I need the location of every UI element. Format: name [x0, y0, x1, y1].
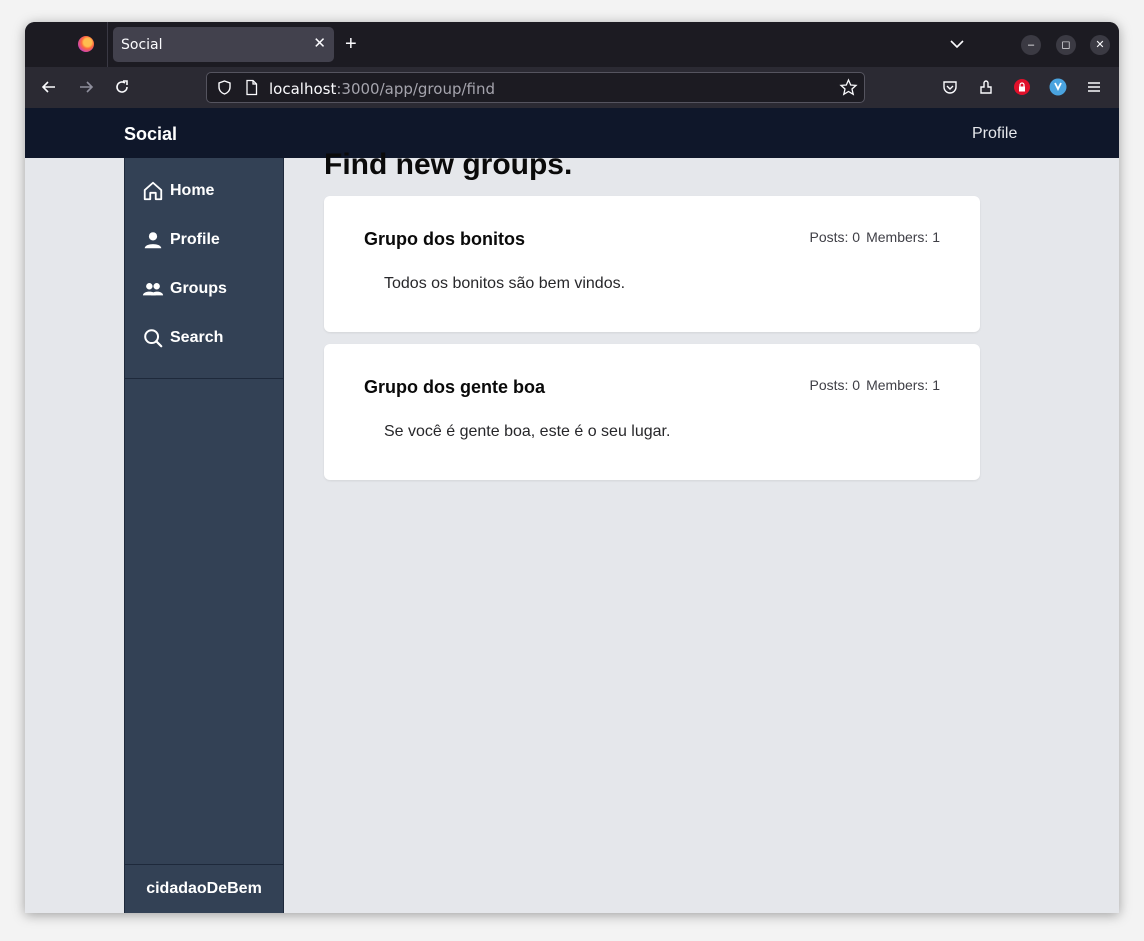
user-icon [144, 232, 162, 249]
tab-separator [107, 22, 108, 67]
group-name[interactable]: Grupo dos gente boa [364, 377, 545, 398]
tab-title: Social [121, 37, 163, 53]
url-text[interactable]: localhost:3000/app/group/find [269, 80, 495, 98]
page-icon[interactable] [244, 79, 259, 96]
group-name[interactable]: Grupo dos bonitos [364, 229, 525, 250]
group-card[interactable]: Grupo dos gente boa Posts: 0 Members: 1 S… [324, 344, 980, 480]
bookmark-star-icon[interactable] [839, 78, 858, 97]
firefox-logo-icon [78, 36, 94, 52]
page-title: Find new groups. [324, 148, 573, 181]
tab-strip: Social ✕ + – ◻ ✕ [25, 22, 1119, 67]
close-icon[interactable]: ✕ [313, 35, 326, 53]
new-tab-icon[interactable]: + [345, 33, 357, 55]
brand-logo[interactable]: Social [124, 124, 177, 145]
reload-icon[interactable] [113, 78, 131, 96]
back-arrow-icon[interactable] [40, 78, 58, 96]
sidebar-item-label: Home [170, 182, 215, 199]
sidebar-username[interactable]: cidadaoDeBem [125, 864, 283, 913]
browser-window: Social ✕ + – ◻ ✕ localhost:3000/app/grou… [25, 22, 1119, 913]
url-bar[interactable]: localhost:3000/app/group/find [206, 72, 865, 103]
nav-bar: localhost:3000/app/group/find [25, 67, 1119, 108]
window-close-icon[interactable]: ✕ [1090, 35, 1110, 55]
group-card[interactable]: Grupo dos bonitos Posts: 0 Members: 1 Tod… [324, 196, 980, 332]
browser-tab[interactable]: Social ✕ [113, 27, 334, 62]
posts-count: Posts: 0 [809, 377, 861, 393]
sidebar-item-label: Groups [170, 280, 227, 297]
header-profile-link[interactable]: Profile [972, 125, 1017, 143]
url-path: :3000/app/group/find [336, 80, 496, 98]
sidebar-item-groups[interactable]: Groups [142, 277, 227, 301]
chevron-down-icon[interactable] [949, 36, 965, 52]
shield-icon[interactable] [216, 79, 233, 96]
sidebar-item-search[interactable]: Search [142, 326, 223, 350]
group-description: Se você é gente boa, este é o seu lugar. [384, 423, 671, 440]
sidebar-item-home[interactable]: Home [142, 179, 214, 203]
pocket-icon[interactable] [941, 78, 959, 96]
minimize-icon[interactable]: – [1021, 35, 1041, 55]
members-count: Members: 1 [866, 377, 940, 393]
extensions-icon[interactable] [977, 78, 995, 96]
group-description: Todos os bonitos são bem vindos. [384, 275, 626, 292]
sidebar: Home Profile Groups Search cidadaoDeBem [124, 158, 284, 913]
forward-arrow-icon[interactable] [77, 78, 95, 96]
sidebar-item-label: Profile [170, 231, 220, 248]
vpn-extension-icon[interactable] [1049, 78, 1067, 96]
lock-extension-icon[interactable] [1013, 78, 1031, 96]
search-icon [144, 329, 163, 348]
group-stats: Posts: 0 Members: 1 [803, 229, 940, 245]
sidebar-item-profile[interactable]: Profile [142, 228, 220, 252]
group-stats: Posts: 0 Members: 1 [803, 377, 940, 393]
maximize-icon[interactable]: ◻ [1056, 35, 1076, 55]
sidebar-nav: Home Profile Groups Search [125, 158, 283, 379]
posts-count: Posts: 0 [809, 229, 861, 245]
url-host: localhost [269, 80, 337, 98]
home-icon [143, 181, 163, 201]
users-icon [142, 283, 164, 296]
members-count: Members: 1 [866, 229, 940, 245]
page-content: Social Profile Home Profile Groups Searc… [25, 108, 1119, 913]
sidebar-item-label: Search [170, 329, 224, 346]
menu-icon[interactable] [1085, 78, 1103, 96]
